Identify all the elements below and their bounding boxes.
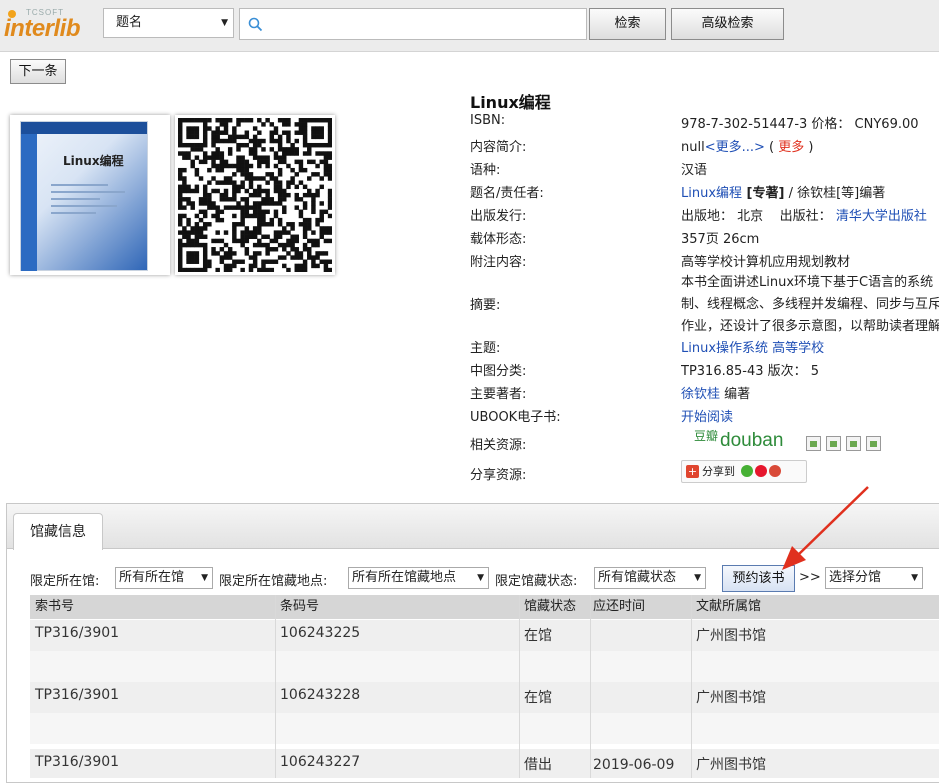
- qr-code-image: [175, 115, 335, 275]
- title-link[interactable]: Linux编程: [681, 186, 742, 201]
- subject-link-university[interactable]: 高等学校: [772, 341, 824, 356]
- chevron-down-icon: ▼: [221, 18, 228, 28]
- column-header-call-number: 索书号: [35, 599, 75, 614]
- status-filter-select[interactable]: 所有馆藏状态 ▼: [594, 567, 706, 589]
- publication-row: 出版发行: 出版地： 北京 出版社： 清华大学出版社: [470, 209, 927, 224]
- author-row: 主要著者: 徐钦桂 编著: [470, 387, 751, 402]
- status-cell: 在馆: [524, 690, 552, 706]
- next-record-button[interactable]: 下一条: [10, 59, 66, 84]
- header-bar: TCSOFT interlib 题名 ▼ 检索 高级检索: [0, 0, 939, 52]
- column-header-barcode: 条码号: [280, 599, 320, 614]
- language-row: 语种: 汉语: [470, 163, 708, 178]
- library-cell: 广州图书馆: [696, 628, 766, 644]
- chevron-down-icon: ▼: [911, 573, 918, 583]
- logo-text: interlib: [4, 15, 81, 42]
- subject-row: 主题: Linux操作系统 高等学校: [470, 341, 825, 356]
- subject-link-linux[interactable]: Linux操作系统: [681, 341, 768, 356]
- library-filter-select[interactable]: 所有所在馆 ▼: [115, 567, 213, 589]
- column-header-due-date: 应还时间: [593, 599, 646, 614]
- table-row: TP316/3901 106243228 在馆 广州图书馆: [30, 682, 939, 744]
- search-field-select[interactable]: 题名 ▼: [103, 8, 234, 38]
- due-date-cell: 2019-06-09: [593, 757, 675, 773]
- book-cover-image: Linux编程: [10, 115, 170, 275]
- library-cell: 广州图书馆: [696, 690, 766, 706]
- chevron-down-icon: ▼: [694, 573, 701, 583]
- abstract-text: 本书全面讲述Linux环境下基于C语言的系统 制、线程概念、多线程并发编程、同步…: [681, 275, 939, 334]
- location-filter-label: 限定所在馆藏地点:: [219, 574, 328, 589]
- book-title: Linux编程: [470, 93, 551, 112]
- status-filter-label: 限定馆藏状态:: [495, 574, 578, 589]
- location-filter-select[interactable]: 所有所在馆藏地点 ▼: [348, 567, 489, 589]
- search-icon: [248, 17, 263, 32]
- status-cell: 借出: [524, 757, 552, 773]
- barcode-cell: 106243227: [280, 754, 361, 770]
- barcode-cell: 106243225: [280, 625, 361, 641]
- renren-icon[interactable]: [768, 465, 781, 477]
- status-cell: 在馆: [524, 628, 552, 644]
- wechat-icon[interactable]: [740, 465, 753, 477]
- interlib-logo[interactable]: TCSOFT interlib: [4, 8, 98, 46]
- chevron-down-icon: ▼: [201, 573, 208, 583]
- isbn-row: ISBN: 978-7-302-51447-3 价格： CNY69.00: [470, 113, 919, 132]
- resource-image-icon[interactable]: [846, 436, 861, 451]
- call-number-cell: TP316/3901: [35, 754, 120, 770]
- library-cell: 广州图书馆: [696, 757, 766, 773]
- intro-row: 内容简介: null<更多...> ( 更多 ): [470, 140, 814, 155]
- column-header-status: 馆藏状态: [524, 599, 577, 614]
- library-filter-label: 限定所在馆:: [30, 574, 100, 589]
- more-red-link[interactable]: 更多: [778, 140, 804, 155]
- publisher-link[interactable]: 清华大学出版社: [836, 209, 927, 224]
- physical-form-row: 载体形态: 357页 26cm: [470, 232, 760, 247]
- resource-image-icon[interactable]: [806, 436, 821, 451]
- separator-text: >>: [799, 570, 821, 585]
- classification-row: 中图分类: TP316.85-43 版次： 5: [470, 364, 820, 379]
- plus-icon: +: [686, 465, 699, 478]
- barcode-cell: 106243228: [280, 687, 361, 703]
- table-row: TP316/3901 106243225 在馆 广州图书馆: [30, 620, 939, 682]
- resource-image-icon[interactable]: [866, 436, 881, 451]
- more-link[interactable]: <更多...>: [705, 140, 765, 155]
- cover-title: Linux编程: [63, 154, 124, 168]
- search-button[interactable]: 检索: [589, 8, 666, 40]
- ubook-row: UBOOK电子书: 开始阅读: [470, 410, 734, 425]
- table-row: TP316/3901 106243227 借出 2019-06-09 广州图书馆: [30, 749, 939, 778]
- branch-select[interactable]: 选择分馆 ▼: [825, 567, 923, 589]
- start-reading-link[interactable]: 开始阅读: [681, 410, 733, 425]
- author-link[interactable]: 徐钦桂: [681, 387, 720, 402]
- search-field-value: 题名: [116, 15, 143, 30]
- qr-code-icon: [178, 118, 333, 273]
- search-input[interactable]: [239, 8, 587, 40]
- share-button[interactable]: + 分享到: [681, 460, 807, 483]
- advanced-search-button[interactable]: 高级检索: [671, 8, 784, 40]
- reserve-book-button[interactable]: 预约该书: [722, 565, 795, 592]
- weibo-icon[interactable]: [754, 465, 767, 477]
- tab-holdings[interactable]: 馆藏信息: [13, 513, 103, 550]
- note-row: 附注内容: 高等学校计算机应用规划教材: [470, 255, 851, 270]
- resource-image-icon[interactable]: [826, 436, 841, 451]
- douban-logo[interactable]: 豆瓣 douban: [694, 429, 783, 452]
- title-responsibility-row: 题名/责任者: Linux编程 [专著] / 徐钦桂[等]编著: [470, 186, 886, 201]
- holdings-table-header: 索书号 条码号 馆藏状态 应还时间 文献所属馆: [30, 595, 939, 619]
- call-number-cell: TP316/3901: [35, 687, 120, 703]
- call-number-cell: TP316/3901: [35, 625, 120, 641]
- chevron-down-icon: ▼: [477, 573, 484, 583]
- column-header-library: 文献所属馆: [696, 599, 762, 614]
